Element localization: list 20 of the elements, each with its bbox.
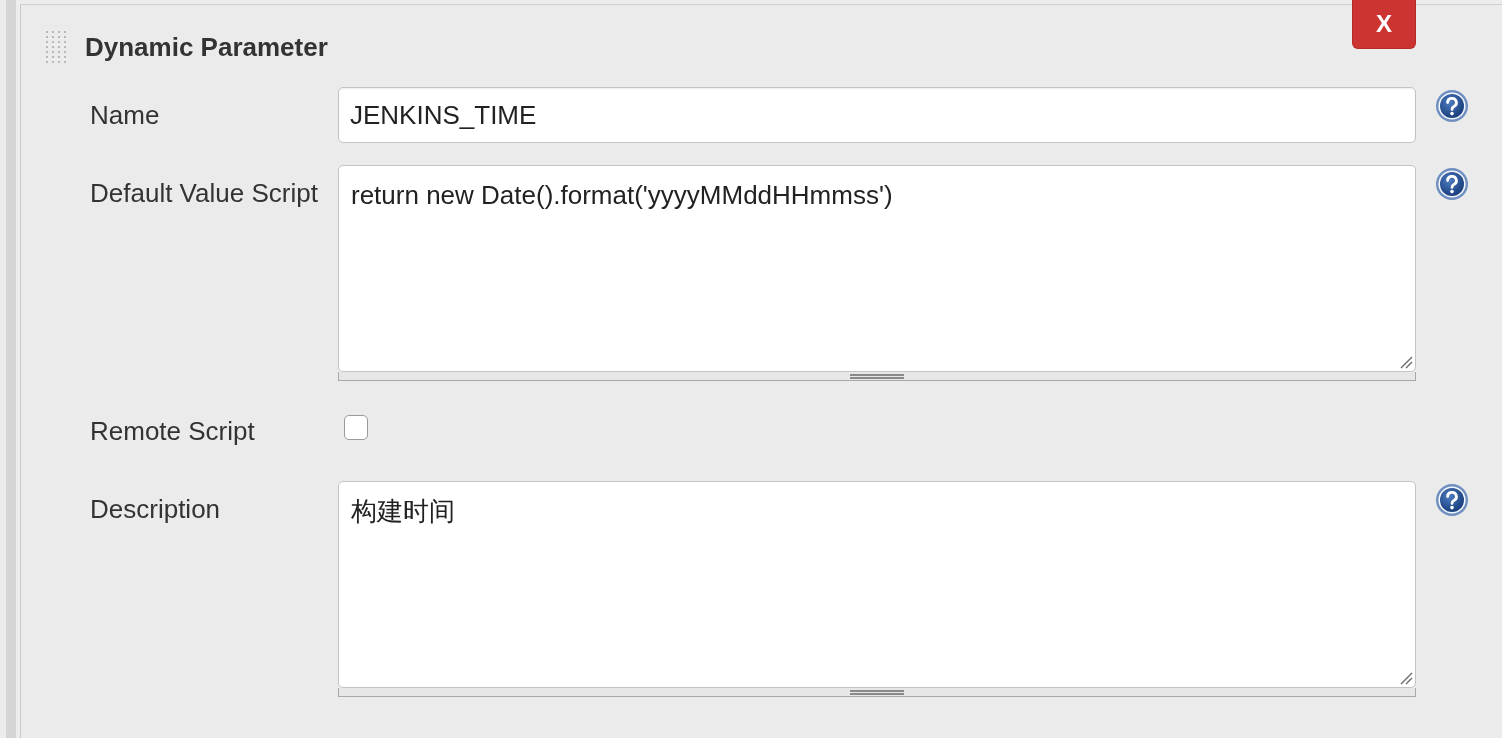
field-label: Remote Script: [90, 415, 255, 448]
section-title: Dynamic Parameter: [85, 32, 328, 62]
help-icon[interactable]: [1436, 484, 1468, 516]
resize-corner-icon[interactable]: [1400, 356, 1413, 369]
grip-icon: [850, 373, 904, 379]
resize-bar[interactable]: [338, 372, 1416, 381]
checkbox[interactable]: [344, 415, 368, 440]
drag-handle-icon[interactable]: [45, 30, 69, 64]
field-label: Description: [90, 493, 221, 526]
field-label: Name: [90, 99, 160, 132]
delete-button[interactable]: X: [1352, 0, 1416, 49]
text-area[interactable]: return new Date().format('yyyyMMddHHmmss'): [338, 165, 1416, 372]
resize-bar[interactable]: [338, 688, 1416, 697]
field-label: Default Value Script: [90, 177, 318, 210]
resize-corner-icon[interactable]: [1400, 672, 1413, 685]
help-icon[interactable]: [1436, 168, 1468, 200]
text-area[interactable]: 构建时间: [338, 481, 1416, 688]
help-icon[interactable]: [1436, 90, 1468, 122]
text-field[interactable]: JENKINS_TIME: [338, 87, 1416, 143]
grip-icon: [850, 689, 904, 695]
